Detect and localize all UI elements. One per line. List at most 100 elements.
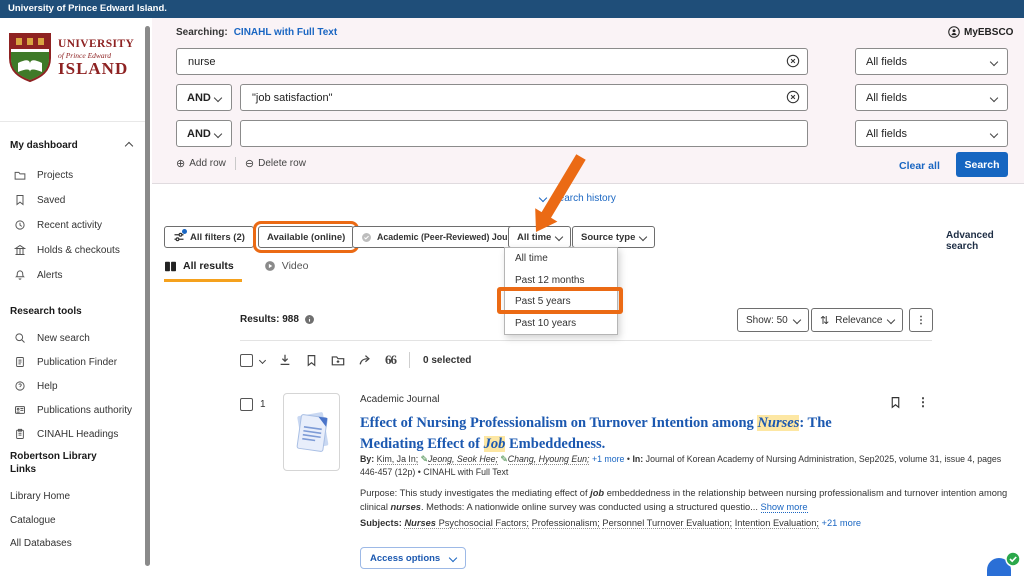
sidebar-item-help[interactable]: Help bbox=[14, 378, 144, 394]
sidebar-section-my-dashboard[interactable]: My dashboard bbox=[10, 140, 132, 151]
search-input-3[interactable] bbox=[240, 120, 808, 147]
sidebar-divider bbox=[0, 121, 150, 122]
sidebar-link-all-databases[interactable]: All Databases bbox=[10, 538, 72, 549]
search-input-2[interactable] bbox=[240, 84, 808, 111]
sidebar-item-label: New search bbox=[37, 333, 90, 344]
chat-widget[interactable] bbox=[984, 551, 1022, 576]
operator-2-value: AND bbox=[187, 92, 211, 104]
author-link[interactable]: Chang, Hyoung Eun; bbox=[508, 454, 590, 465]
abstract-highlight-term: nurses bbox=[390, 502, 421, 512]
source-type-filter-button[interactable]: Source type bbox=[572, 226, 655, 248]
access-options-button[interactable]: Access options bbox=[360, 547, 466, 569]
subject-link[interactable]: Intention Evaluation; bbox=[735, 518, 819, 529]
download-icon[interactable] bbox=[278, 353, 292, 367]
available-online-filter[interactable]: Available (online) bbox=[258, 226, 354, 248]
add-row-label: Add row bbox=[189, 158, 226, 169]
all-filters-button[interactable]: All filters (2) bbox=[164, 226, 254, 248]
subject-link[interactable]: Professionalism; bbox=[532, 518, 600, 529]
more-authors-link[interactable]: +1 more bbox=[592, 454, 625, 464]
operator-select-2[interactable]: AND bbox=[176, 84, 232, 111]
results-overflow-menu-button[interactable]: ⋮ bbox=[909, 308, 933, 332]
sidebar-item-projects[interactable]: Projects bbox=[14, 167, 144, 183]
sidebar-link-catalogue[interactable]: Catalogue bbox=[10, 515, 56, 526]
sidebar-item-label: Saved bbox=[37, 195, 65, 206]
sidebar-item-new-search[interactable]: New search bbox=[14, 330, 144, 346]
results-tabs: All results Video bbox=[164, 260, 308, 272]
show-per-page-select[interactable]: Show: 50 bbox=[737, 308, 809, 332]
clear-all-link[interactable]: Clear all bbox=[899, 160, 940, 172]
sidebar-scrollbar[interactable] bbox=[145, 26, 150, 566]
peer-reviewed-label: Academic (Peer-Reviewed) Journals bbox=[377, 232, 529, 242]
access-options-label: Access options bbox=[370, 553, 440, 564]
cite-icon[interactable]: 66 bbox=[385, 352, 396, 368]
result-thumbnail[interactable] bbox=[283, 393, 340, 471]
play-circle-icon bbox=[264, 260, 276, 272]
add-to-project-icon[interactable] bbox=[331, 353, 345, 367]
subject-link[interactable]: Nurses Psychosocial Factors; bbox=[404, 518, 529, 529]
clear-input-2-icon[interactable] bbox=[786, 90, 800, 104]
select-all-checkbox[interactable] bbox=[240, 354, 253, 367]
menu-option-past-5-years[interactable]: Past 5 years bbox=[505, 291, 617, 313]
operator-select-3[interactable]: AND bbox=[176, 120, 232, 147]
show-more-link[interactable]: Show more bbox=[761, 502, 808, 513]
sidebar-item-recent-activity[interactable]: Recent activity bbox=[14, 217, 144, 233]
database-link[interactable]: CINAHL with Full Text bbox=[234, 27, 338, 38]
search-history-toggle[interactable]: Search history bbox=[540, 193, 616, 204]
searching-line: Searching: CINAHL with Full Text bbox=[176, 27, 337, 38]
menu-option-past-12-months[interactable]: Past 12 months bbox=[505, 270, 617, 292]
tab-all-results[interactable]: All results bbox=[164, 260, 234, 272]
myebsco-button[interactable]: MyEBSCO bbox=[948, 26, 1013, 38]
field-select-3-value: All fields bbox=[866, 128, 907, 140]
sort-select[interactable]: ⇅ Relevance bbox=[811, 308, 903, 332]
tab-video[interactable]: Video bbox=[264, 260, 309, 272]
sidebar-item-alerts[interactable]: Alerts bbox=[14, 267, 144, 283]
active-tab-underline bbox=[164, 279, 242, 282]
time-filter-button[interactable]: All time bbox=[508, 226, 571, 248]
author-link[interactable]: Kim, Ja In; bbox=[377, 454, 419, 465]
search-input-1[interactable] bbox=[176, 48, 808, 75]
author-profile-icon: ✎ bbox=[500, 454, 507, 464]
select-dropdown-icon[interactable] bbox=[259, 356, 266, 363]
field-select-1[interactable]: All fields bbox=[855, 48, 1008, 75]
menu-option-past-10-years[interactable]: Past 10 years bbox=[505, 313, 617, 335]
collapse-chevron-icon[interactable] bbox=[125, 141, 133, 149]
result-title-link[interactable]: Effect of Nursing Professionalism on Tur… bbox=[360, 413, 832, 455]
logo-word-university: UNIVERSITY bbox=[58, 39, 134, 51]
chevron-down-icon bbox=[990, 129, 998, 137]
share-icon[interactable] bbox=[358, 353, 372, 367]
operator-3-value: AND bbox=[187, 128, 211, 140]
info-icon[interactable] bbox=[304, 314, 315, 325]
bookmark-icon[interactable] bbox=[305, 354, 318, 367]
chevron-down-icon bbox=[990, 57, 998, 65]
result-checkbox[interactable] bbox=[240, 398, 253, 411]
search-button[interactable]: Search bbox=[956, 152, 1008, 177]
more-subjects-link[interactable]: +21 more bbox=[822, 518, 862, 528]
sidebar-item-publications-authority[interactable]: Publications authority bbox=[14, 402, 144, 418]
sidebar-item-cinahl-headings[interactable]: CINAHL Headings bbox=[14, 426, 144, 442]
delete-row-button[interactable]: ⊖Delete row bbox=[245, 157, 306, 170]
sidebar-item-publication-finder[interactable]: Publication Finder bbox=[14, 354, 144, 370]
menu-option-all-time[interactable]: All time bbox=[505, 248, 617, 270]
field-select-2[interactable]: All fields bbox=[855, 84, 1008, 111]
row-actions: ⊕Add row ⊖Delete row bbox=[176, 157, 306, 170]
subject-link[interactable]: Personnel Turnover Evaluation; bbox=[602, 518, 732, 529]
sidebar-item-label: Alerts bbox=[37, 270, 63, 281]
result-type: Academic Journal bbox=[360, 394, 439, 405]
filters-icon bbox=[173, 231, 185, 243]
save-result-bookmark-icon[interactable] bbox=[889, 396, 902, 409]
time-dropdown-menu: All time Past 12 months Past 5 years Pas… bbox=[504, 247, 618, 335]
sidebar-item-saved[interactable]: Saved bbox=[14, 192, 144, 208]
author-link[interactable]: Jeong, Seok Hee; bbox=[428, 454, 498, 465]
research-tools-header: Research tools bbox=[10, 306, 82, 317]
upei-crest-logo bbox=[8, 33, 52, 83]
add-row-button[interactable]: ⊕Add row bbox=[176, 157, 226, 170]
upei-logo[interactable]: UNIVERSITY of Prince Edward ISLAND bbox=[8, 33, 134, 83]
advanced-search-link[interactable]: Advanced search bbox=[946, 230, 1024, 252]
result-abstract: Purpose: This study investigates the med… bbox=[360, 487, 1022, 514]
sidebar-item-holds-checkouts[interactable]: Holds & checkouts bbox=[14, 242, 144, 258]
result-overflow-menu-icon[interactable]: ⋮ bbox=[917, 395, 929, 409]
clear-input-1-icon[interactable] bbox=[786, 54, 800, 68]
field-select-3[interactable]: All fields bbox=[855, 120, 1008, 147]
sidebar-link-library-home[interactable]: Library Home bbox=[10, 491, 70, 502]
by-label: By: bbox=[360, 454, 374, 464]
